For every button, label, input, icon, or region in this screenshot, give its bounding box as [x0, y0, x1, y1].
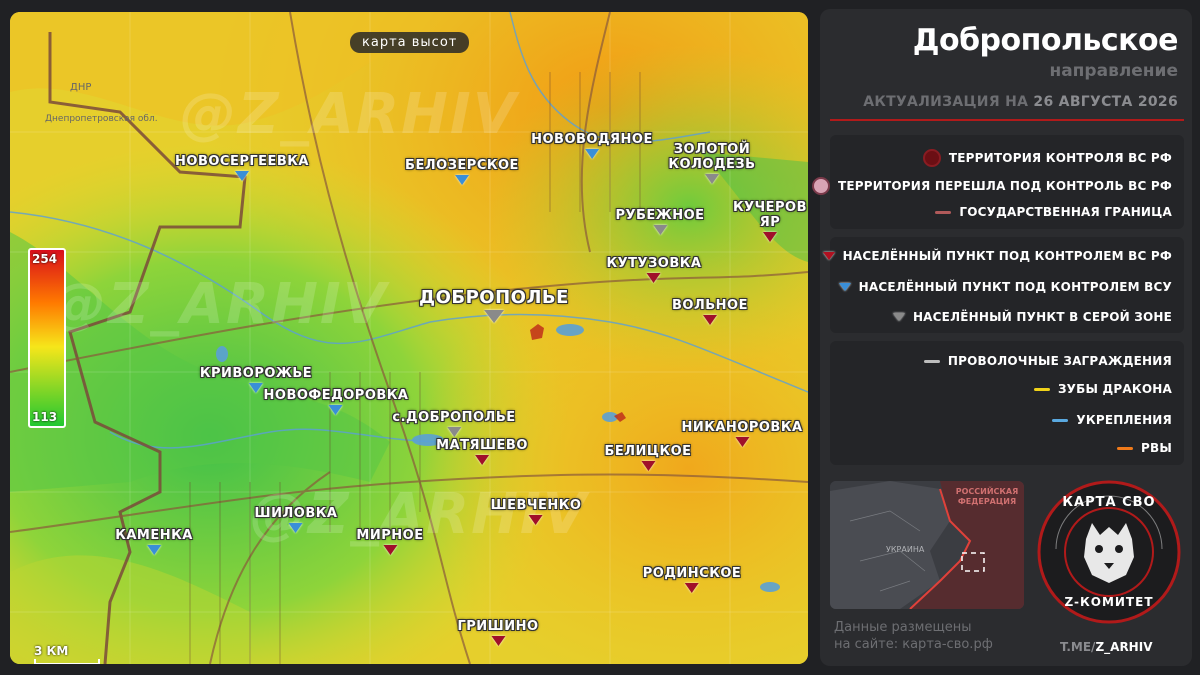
legend-line: [1117, 446, 1134, 450]
town-marker[interactable]: МИРНОЕ: [356, 528, 423, 555]
legend-item: НАСЕЛЁННЫЙ ПУНКТ ПОД КОНТРОЛЕМ ВС РФ: [822, 249, 1172, 263]
elevation-map[interactable]: @Z_ARHIV @Z_ARHIV @Z_ARHIV карта высот Д…: [10, 12, 808, 664]
town-marker[interactable]: ГРИШИНО: [457, 619, 538, 646]
legend-item: РВЫ: [1117, 441, 1172, 455]
logo-bottom-text: Z-КОМИТЕТ: [1064, 595, 1154, 609]
town-marker[interactable]: НОВОФЕДОРОВКА: [264, 388, 409, 415]
logo-top-text: КАРТА СВО: [1062, 495, 1156, 510]
elevation-max: 254: [32, 252, 58, 266]
town-marker[interactable]: БЕЛИЦКОЕ: [604, 444, 691, 471]
town-marker[interactable]: ЗОЛОТОЙ КОЛОДЕЗЬ: [667, 142, 757, 184]
divider: [830, 119, 1184, 121]
legend-item: НАСЕЛЁННЫЙ ПУНКТ В СЕРОЙ ЗОНЕ: [892, 310, 1172, 324]
update-prefix: АКТУАЛИЗАЦИЯ НА: [863, 94, 1029, 110]
legend-triangle: [892, 313, 905, 321]
telegram-link[interactable]: T.ME/Z_ARHIV: [1060, 640, 1152, 654]
legend-item: ПРОВОЛОЧНЫЕ ЗАГРАЖДЕНИЯ: [923, 354, 1172, 368]
legend-line: [923, 359, 940, 363]
scale-bar: 3 КМ: [34, 644, 100, 664]
legend-triangle: [822, 252, 835, 260]
legend-item: ТЕРРИТОРИЯ ПЕРЕШЛА ПОД КОНТРОЛЬ ВС РФ: [811, 177, 1172, 195]
town-marker[interactable]: НОВОСЕРГЕЕВКА: [175, 154, 309, 181]
scale-label: 3 КМ: [34, 644, 69, 658]
legend-item: НАСЕЛЁННЫЙ ПУНКТ ПОД КОНТРОЛЕМ ВСУ: [838, 280, 1172, 294]
town-marker[interactable]: МАТЯШЕВО: [436, 438, 528, 465]
direction-subtitle: направление: [1049, 61, 1178, 81]
elevation-min: 113: [32, 410, 58, 424]
legend-item: УКРЕПЛЕНИЯ: [1052, 413, 1172, 427]
legend-item: ГОСУДАРСТВЕННАЯ ГРАНИЦА: [935, 205, 1172, 219]
legend-line: [935, 210, 952, 214]
town-marker[interactable]: БЕЛОЗЕРСКОЕ: [405, 158, 519, 185]
town-marker[interactable]: с.ДОБРОПОЛЬЕ: [392, 410, 515, 437]
town-marker[interactable]: КАМЕНКА: [115, 528, 193, 555]
site-link[interactable]: на сайте: карта-сво.рф: [834, 636, 993, 653]
elevation-scale: 254 113: [28, 248, 66, 428]
info-panel: Добропольское направление АКТУАЛИЗАЦИЯ Н…: [811, 9, 1192, 666]
watermark: @Z_ARHIV: [50, 272, 389, 337]
legend-fortifications: ПРОВОЛОЧНЫЕ ЗАГРАЖДЕНИЯ ЗУБЫ ДРАКОНА УКР…: [830, 341, 1184, 465]
town-marker[interactable]: РОДИНСКОЕ: [643, 566, 742, 593]
town-marker[interactable]: НИКАНОРОВКА: [681, 420, 802, 447]
update-line: АКТУАЛИЗАЦИЯ НА 26 АВГУСТА 2026: [863, 94, 1178, 110]
town-marker[interactable]: ШЕВЧЕНКО: [491, 498, 582, 525]
watermark: @Z_ARHIV: [180, 82, 519, 147]
town-marker[interactable]: КУЧЕРОВ ЯР: [730, 200, 808, 242]
legend-dot: [811, 177, 830, 195]
site-note: Данные размещены на сайте: карта-сво.рф: [834, 620, 993, 653]
tme-handle: Z_ARHIV: [1095, 640, 1153, 654]
legend-settlements: НАСЕЛЁННЫЙ ПУНКТ ПОД КОНТРОЛЕМ ВС РФ НАС…: [822, 237, 1184, 333]
region-label-dnepr: Днепропетровская обл.: [45, 114, 158, 124]
town-marker[interactable]: КУТУЗОВКА: [607, 256, 702, 283]
map-type-tag: карта высот: [350, 32, 470, 53]
legend-triangle: [838, 283, 851, 291]
update-date: 26 АВГУСТА 2026: [1033, 94, 1178, 110]
town-marker[interactable]: ДОБРОПОЛЬЕ: [419, 288, 569, 323]
region-label-dnr: ДНР: [70, 82, 92, 93]
legend-line: [1033, 387, 1050, 391]
legend-line: [1052, 418, 1069, 422]
direction-title: Добропольское: [912, 23, 1179, 58]
minimap-label-ua: УКРАИНА: [886, 545, 925, 554]
town-marker[interactable]: РУБЕЖНОЕ: [615, 208, 704, 235]
town-marker[interactable]: ВОЛЬНОЕ: [672, 298, 748, 325]
overview-minimap[interactable]: РОССИЙСКАЯ ФЕДЕРАЦИЯ УКРАИНА: [830, 481, 1024, 609]
legend-item: ТЕРРИТОРИЯ КОНТРОЛЯ ВС РФ: [922, 149, 1172, 167]
legend-areas: ТЕРРИТОРИЯ КОНТРОЛЯ ВС РФ ТЕРРИТОРИЯ ПЕР…: [811, 135, 1184, 229]
town-marker[interactable]: ШИЛОВКА: [255, 506, 338, 533]
legend-dot: [922, 149, 941, 167]
minimap-label-rf: РОССИЙСКАЯ ФЕДЕРАЦИЯ: [955, 487, 1019, 506]
legend-item: ЗУБЫ ДРАКОНА: [1033, 382, 1172, 396]
tme-prefix: T.ME/: [1060, 640, 1096, 654]
z-komitet-logo: КАРТА СВО Z-КОМИТЕТ: [1036, 479, 1182, 625]
town-marker[interactable]: НОВОВОДЯНОЕ: [531, 132, 653, 159]
